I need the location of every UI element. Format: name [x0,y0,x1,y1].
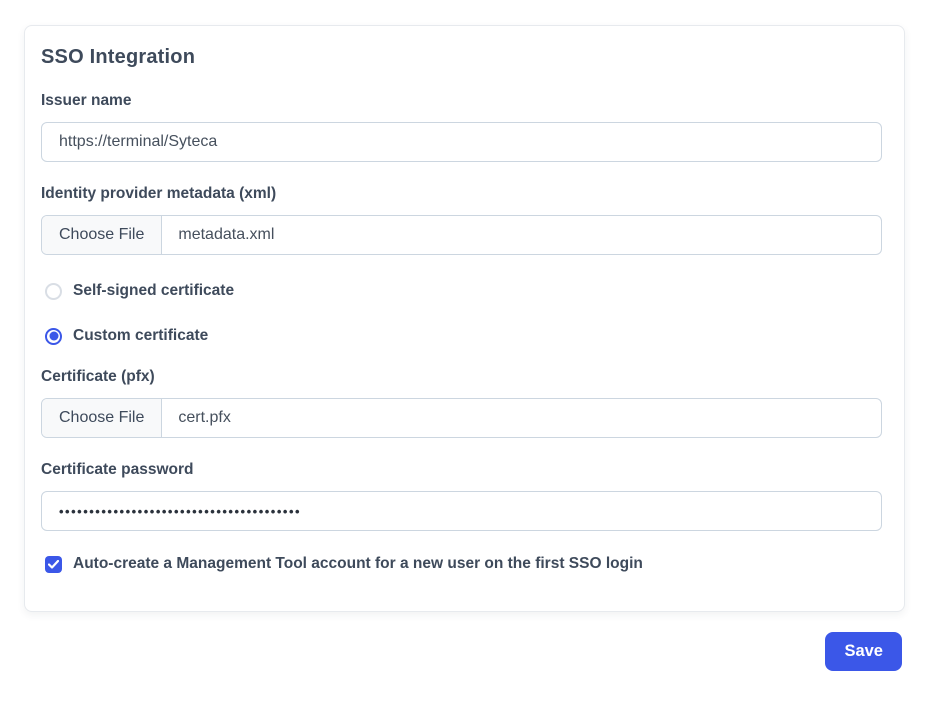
sso-integration-card: SSO Integration Issuer name Identity pro… [24,25,905,612]
form-actions: Save [0,632,902,671]
autocreate-checkbox-row[interactable]: Auto-create a Management Tool account fo… [45,555,882,573]
certificate-password-input[interactable] [41,491,882,531]
radio-self-signed-certificate[interactable]: Self-signed certificate [45,282,882,300]
save-button[interactable]: Save [825,632,902,671]
certificate-file-input[interactable]: Choose File cert.pfx [41,398,882,438]
choose-file-button[interactable]: Choose File [42,399,162,437]
issuer-name-input[interactable] [41,122,882,162]
radio-custom-label: Custom certificate [73,327,208,345]
certificate-password-label: Certificate password [41,461,882,479]
radio-unselected-icon[interactable] [45,283,62,300]
autocreate-checkbox-label: Auto-create a Management Tool account fo… [73,555,643,573]
choose-file-button[interactable]: Choose File [42,216,162,254]
radio-self-signed-label: Self-signed certificate [73,282,234,300]
issuer-name-label: Issuer name [41,92,882,110]
radio-custom-certificate[interactable]: Custom certificate [45,327,882,345]
page-title: SSO Integration [41,46,882,69]
radio-selected-icon[interactable] [45,328,62,345]
checkbox-checked-icon[interactable] [45,556,62,573]
certificate-pfx-label: Certificate (pfx) [41,368,882,386]
metadata-file-name: metadata.xml [162,216,290,254]
idp-metadata-file-input[interactable]: Choose File metadata.xml [41,215,882,255]
certificate-file-name: cert.pfx [162,399,246,437]
idp-metadata-label: Identity provider metadata (xml) [41,185,882,203]
